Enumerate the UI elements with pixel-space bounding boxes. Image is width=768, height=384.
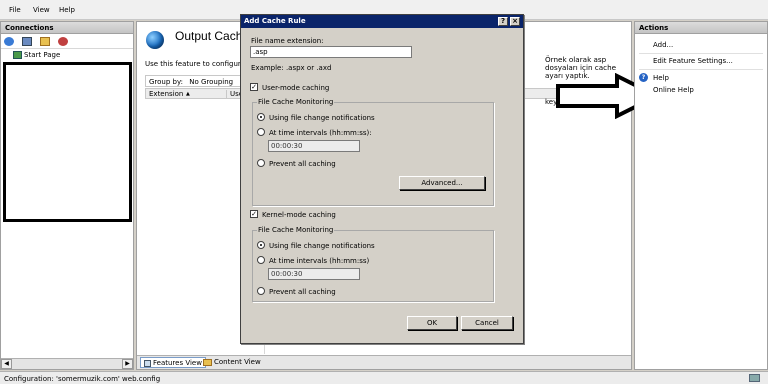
connect-icon[interactable] xyxy=(4,37,14,46)
connections-header: Connections xyxy=(1,22,133,34)
help-icon: ? xyxy=(639,73,648,82)
group-by-label: Group by: xyxy=(149,78,183,86)
radio-label: Prevent all caching xyxy=(269,288,336,296)
ok-button[interactable]: OK xyxy=(407,316,457,330)
radio-label: At time intervals (hh:mm:ss) xyxy=(269,257,370,265)
radio-prevent-caching-1[interactable] xyxy=(257,159,265,167)
connections-toolbar xyxy=(1,35,133,49)
content-view-icon xyxy=(203,358,212,366)
kernel-mode-checkbox[interactable]: ✓ xyxy=(250,210,258,218)
status-text: Configuration: 'somermuzik.com' web.conf… xyxy=(4,375,161,383)
tree-item-label: Start Page xyxy=(24,51,61,59)
radio-label: Prevent all caching xyxy=(269,160,336,168)
actions-header: Actions xyxy=(635,22,767,34)
menu-help[interactable]: Help xyxy=(59,6,75,14)
ext-example: Example: .aspx or .axd xyxy=(251,64,332,72)
content-view-tab[interactable]: Content View xyxy=(203,358,261,366)
group-title: File Cache Monitoring xyxy=(257,226,335,234)
action-online-help[interactable]: Online Help xyxy=(653,86,694,94)
radio-prevent-caching-2[interactable] xyxy=(257,287,265,295)
folder-icon[interactable] xyxy=(40,37,50,46)
features-view-label: Features View xyxy=(153,359,202,367)
group-title: File Cache Monitoring xyxy=(257,98,335,106)
action-edit-feature-settings[interactable]: Edit Feature Settings... xyxy=(653,57,733,65)
status-bar: Configuration: 'somermuzik.com' web.conf… xyxy=(0,371,768,384)
menu-view[interactable]: View xyxy=(33,6,50,14)
column-extension[interactable]: Extension xyxy=(149,90,183,98)
radio-label: Using file change notifications xyxy=(269,242,375,250)
radio-file-change-2[interactable] xyxy=(257,241,265,249)
dialog-title-bar[interactable]: Add Cache Rule ? × xyxy=(241,15,523,28)
ext-label: File name extension: xyxy=(251,37,324,45)
save-icon[interactable] xyxy=(22,37,32,46)
radio-file-change-1[interactable] xyxy=(257,113,265,121)
dialog-close-button[interactable]: × xyxy=(510,17,520,26)
scroll-right-icon[interactable]: ▶ xyxy=(122,359,133,369)
group-by-value: No Grouping xyxy=(189,78,234,86)
menu-file[interactable]: File xyxy=(9,6,21,14)
radio-time-interval-2[interactable] xyxy=(257,256,265,264)
cancel-button[interactable]: Cancel xyxy=(461,316,513,330)
advanced-button[interactable]: Advanced... xyxy=(399,176,485,190)
view-tabs: Features View Content View xyxy=(137,355,631,369)
connections-pane: Connections Start Page ◀ ▶ xyxy=(0,21,134,370)
redaction-box xyxy=(3,62,132,222)
add-cache-rule-dialog: Add Cache Rule ? × File name extension: … xyxy=(240,14,524,344)
radio-label: At time intervals (hh:mm:ss): xyxy=(269,129,372,137)
disconnect-icon[interactable] xyxy=(58,37,68,46)
interval-input-1[interactable]: 00:00:30 xyxy=(268,140,360,152)
scroll-left-icon[interactable]: ◀ xyxy=(1,359,12,369)
user-mode-label: User-mode caching xyxy=(262,84,330,92)
horizontal-scrollbar[interactable]: ◀ ▶ xyxy=(1,358,133,369)
radio-time-interval-1[interactable] xyxy=(257,128,265,136)
file-cache-monitoring-group-1: File Cache Monitoring Using file change … xyxy=(252,98,494,206)
features-view-icon xyxy=(144,359,151,367)
dialog-title: Add Cache Rule xyxy=(244,17,306,25)
network-icon xyxy=(749,374,760,382)
page-description: Use this feature to configure c xyxy=(145,60,252,68)
sort-asc-icon: ▲ xyxy=(186,91,190,97)
radio-label: Using file change notifications xyxy=(269,114,375,122)
action-help[interactable]: Help xyxy=(653,74,669,82)
actions-pane: Actions Add... Edit Feature Settings... … xyxy=(634,21,768,370)
actions-divider xyxy=(639,53,763,54)
dialog-help-button[interactable]: ? xyxy=(498,17,508,26)
globe-icon xyxy=(146,31,164,49)
actions-divider xyxy=(639,69,763,70)
file-cache-monitoring-group-2: File Cache Monitoring Using file change … xyxy=(252,226,494,302)
page-title: Output Cach xyxy=(175,29,243,43)
kernel-mode-label: Kernel-mode caching xyxy=(262,211,336,219)
ext-input[interactable]: .asp xyxy=(250,46,412,58)
features-view-tab[interactable]: Features View xyxy=(140,357,206,368)
action-add[interactable]: Add... xyxy=(653,41,673,49)
interval-input-2[interactable]: 00:00:30 xyxy=(268,268,360,280)
start-page-icon xyxy=(13,51,22,59)
user-mode-checkbox[interactable]: ✓ xyxy=(250,83,258,91)
iis-manager-window: File View Help Connections Start Page ◀ … xyxy=(0,0,768,384)
content-view-label: Content View xyxy=(214,358,261,366)
tree-item-start-page[interactable]: Start Page xyxy=(5,51,60,59)
